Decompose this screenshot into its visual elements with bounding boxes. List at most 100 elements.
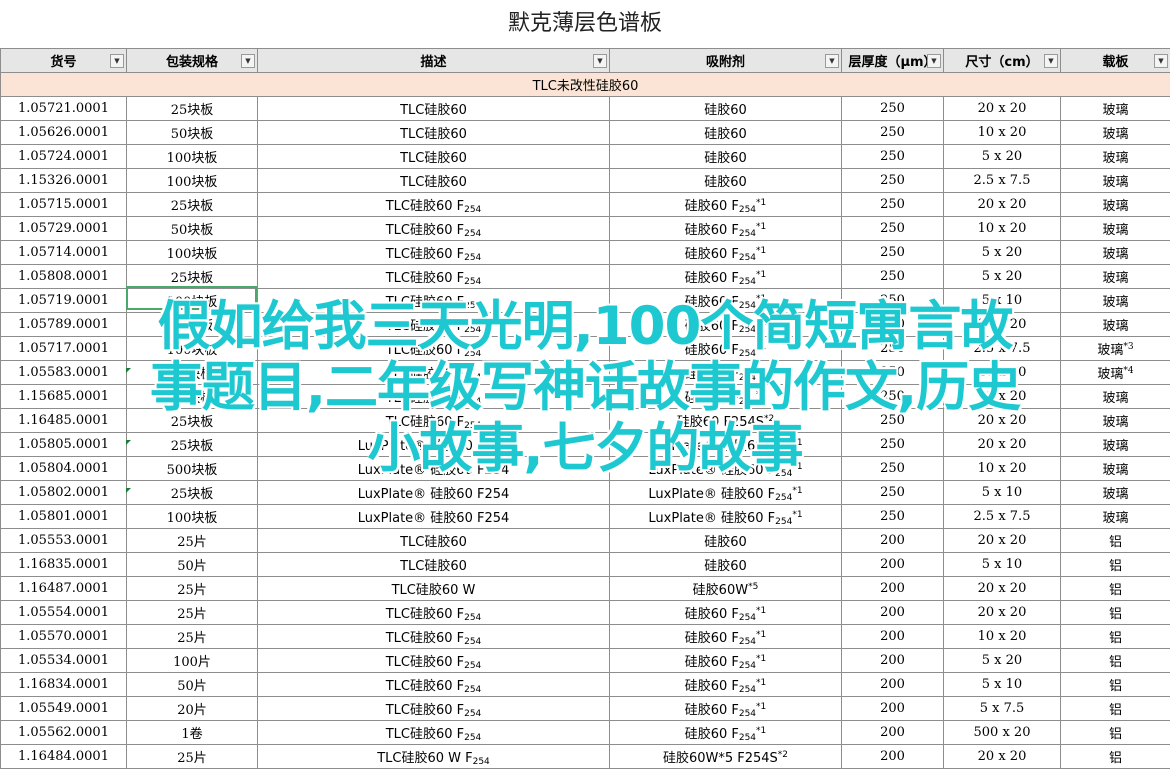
cell-absorbent[interactable]: 硅胶60 <box>609 168 842 193</box>
cell-size[interactable]: 500 x 20 <box>943 720 1061 745</box>
cell-size[interactable]: 10 x 20 <box>943 216 1061 241</box>
cell-absorbent[interactable]: 硅胶60 <box>609 528 842 553</box>
cell-size[interactable]: 20 x 20 <box>943 192 1061 217</box>
cell-desc[interactable]: TLC硅胶60 F254 <box>257 192 610 217</box>
cell-carrier[interactable]: 铝 <box>1060 600 1170 625</box>
cell-absorbent[interactable]: 硅胶60 F254*1 <box>609 720 842 745</box>
cell-pack[interactable]: 100块板 <box>126 144 258 169</box>
cell-code[interactable]: 1.16835.0001 <box>0 552 127 577</box>
filter-dropdown-icon[interactable]: ▼ <box>593 54 607 68</box>
cell-carrier[interactable]: 铝 <box>1060 552 1170 577</box>
cell-code[interactable]: 1.05553.0001 <box>0 528 127 553</box>
cell-pack[interactable]: 50块板 <box>126 216 258 241</box>
cell-thickness[interactable]: 200 <box>841 648 944 673</box>
cell-desc[interactable]: TLC硅胶60 F254 <box>257 720 610 745</box>
cell-carrier[interactable]: 铝 <box>1060 624 1170 649</box>
cell-size[interactable]: 5 x 10 <box>943 672 1061 697</box>
cell-code[interactable]: 1.16484.0001 <box>0 744 127 769</box>
cell-desc[interactable]: TLC硅胶60 F254 <box>257 624 610 649</box>
cell-thickness[interactable]: 200 <box>841 696 944 721</box>
cell-size[interactable]: 5 x 10 <box>943 552 1061 577</box>
cell-pack[interactable]: 25块板 <box>126 264 258 289</box>
cell-desc[interactable]: TLC硅胶60 <box>257 168 610 193</box>
cell-size[interactable]: 5 x 10 <box>943 480 1061 505</box>
cell-thickness[interactable]: 250 <box>841 120 944 145</box>
filter-dropdown-icon[interactable]: ▼ <box>1154 54 1168 68</box>
cell-pack[interactable]: 25片 <box>126 744 258 769</box>
cell-pack[interactable]: 100块板 <box>126 240 258 265</box>
cell-carrier[interactable]: 玻璃 <box>1060 168 1170 193</box>
cell-thickness[interactable]: 200 <box>841 720 944 745</box>
cell-pack[interactable]: 25块板 <box>126 96 258 121</box>
cell-code[interactable]: 1.05562.0001 <box>0 720 127 745</box>
cell-desc[interactable]: TLC硅胶60 F254 <box>257 264 610 289</box>
filter-dropdown-icon[interactable]: ▼ <box>1044 54 1058 68</box>
cell-desc[interactable]: TLC硅胶60 F254 <box>257 240 610 265</box>
cell-carrier[interactable]: 玻璃 <box>1060 192 1170 217</box>
cell-carrier[interactable]: 铝 <box>1060 696 1170 721</box>
cell-thickness[interactable]: 250 <box>841 264 944 289</box>
cell-size[interactable]: 2.5 x 7.5 <box>943 168 1061 193</box>
cell-thickness[interactable]: 200 <box>841 576 944 601</box>
cell-absorbent[interactable]: 硅胶60 F254*1 <box>609 240 842 265</box>
cell-size[interactable]: 20 x 20 <box>943 576 1061 601</box>
cell-pack[interactable]: 25片 <box>126 576 258 601</box>
cell-desc[interactable]: TLC硅胶60 F254 <box>257 600 610 625</box>
cell-absorbent[interactable]: LuxPlate® 硅胶60 F254*1 <box>609 480 842 505</box>
cell-size[interactable]: 5 x 20 <box>943 264 1061 289</box>
cell-code[interactable]: 1.16487.0001 <box>0 576 127 601</box>
cell-absorbent[interactable]: 硅胶60 F254*1 <box>609 192 842 217</box>
cell-desc[interactable]: LuxPlate® 硅胶60 F254 <box>257 480 610 505</box>
cell-carrier[interactable]: 玻璃 <box>1060 240 1170 265</box>
cell-size[interactable]: 20 x 20 <box>943 96 1061 121</box>
cell-carrier[interactable]: 玻璃 <box>1060 96 1170 121</box>
cell-code[interactable]: 1.05801.0001 <box>0 504 127 529</box>
cell-desc[interactable]: TLC硅胶60 F254 <box>257 648 610 673</box>
cell-absorbent[interactable]: 硅胶60 F254*1 <box>609 624 842 649</box>
cell-code[interactable]: 1.15326.0001 <box>0 168 127 193</box>
cell-code[interactable]: 1.05808.0001 <box>0 264 127 289</box>
filter-dropdown-icon[interactable]: ▼ <box>110 54 124 68</box>
cell-pack[interactable]: 50片 <box>126 552 258 577</box>
cell-absorbent[interactable]: 硅胶60 F254*1 <box>609 672 842 697</box>
cell-desc[interactable]: TLC硅胶60 <box>257 552 610 577</box>
cell-carrier[interactable]: 铝 <box>1060 528 1170 553</box>
cell-size[interactable]: 20 x 20 <box>943 744 1061 769</box>
cell-carrier[interactable]: 玻璃 <box>1060 264 1170 289</box>
cell-pack[interactable]: 100块板 <box>126 504 258 529</box>
cell-pack[interactable]: 50片 <box>126 672 258 697</box>
cell-absorbent[interactable]: 硅胶60 <box>609 120 842 145</box>
cell-code[interactable]: 1.05802.0001 <box>0 480 127 505</box>
cell-desc[interactable]: TLC硅胶60 F254 <box>257 672 610 697</box>
cell-thickness[interactable]: 200 <box>841 528 944 553</box>
cell-thickness[interactable]: 200 <box>841 600 944 625</box>
cell-desc[interactable]: TLC硅胶60 F254 <box>257 696 610 721</box>
cell-code[interactable]: 1.05729.0001 <box>0 216 127 241</box>
cell-thickness[interactable]: 250 <box>841 192 944 217</box>
cell-code[interactable]: 1.05626.0001 <box>0 120 127 145</box>
cell-carrier[interactable]: 玻璃 <box>1060 480 1170 505</box>
cell-size[interactable]: 20 x 20 <box>943 528 1061 553</box>
cell-size[interactable]: 10 x 20 <box>943 120 1061 145</box>
cell-carrier[interactable]: 玻璃 <box>1060 120 1170 145</box>
cell-desc[interactable]: LuxPlate® 硅胶60 F254 <box>257 504 610 529</box>
cell-code[interactable]: 1.05721.0001 <box>0 96 127 121</box>
cell-thickness[interactable]: 250 <box>841 168 944 193</box>
cell-carrier[interactable]: 玻璃 <box>1060 216 1170 241</box>
cell-absorbent[interactable]: 硅胶60 F254*1 <box>609 600 842 625</box>
cell-carrier[interactable]: 玻璃 <box>1060 144 1170 169</box>
cell-thickness[interactable]: 250 <box>841 240 944 265</box>
cell-code[interactable]: 1.16834.0001 <box>0 672 127 697</box>
cell-absorbent[interactable]: 硅胶60 <box>609 96 842 121</box>
cell-thickness[interactable]: 250 <box>841 96 944 121</box>
cell-size[interactable]: 5 x 20 <box>943 648 1061 673</box>
cell-carrier[interactable]: 玻璃 <box>1060 504 1170 529</box>
cell-pack[interactable]: 25片 <box>126 600 258 625</box>
cell-thickness[interactable]: 200 <box>841 744 944 769</box>
cell-pack[interactable]: 50块板 <box>126 120 258 145</box>
cell-code[interactable]: 1.05715.0001 <box>0 192 127 217</box>
cell-carrier[interactable]: 铝 <box>1060 720 1170 745</box>
cell-desc[interactable]: TLC硅胶60 W <box>257 576 610 601</box>
cell-code[interactable]: 1.05549.0001 <box>0 696 127 721</box>
cell-absorbent[interactable]: 硅胶60 F254*1 <box>609 216 842 241</box>
